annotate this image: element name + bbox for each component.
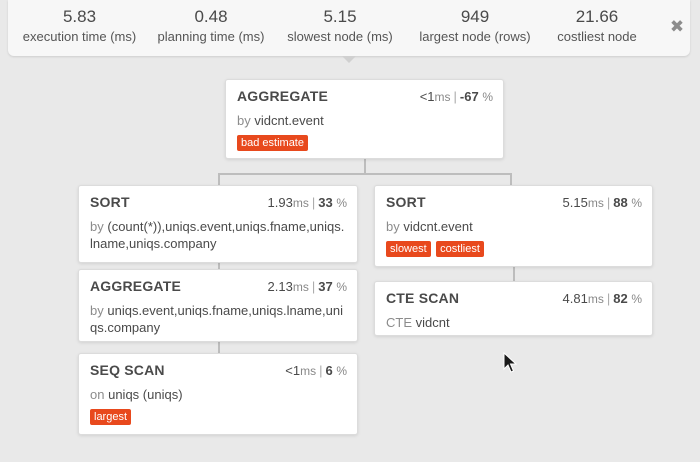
detail-text: vidcnt xyxy=(415,315,450,330)
node-duration: 4.81 xyxy=(562,291,588,306)
stat-value: 949 xyxy=(460,7,490,26)
stat-label: planning time (ms) xyxy=(157,29,265,44)
percent-sign: % xyxy=(336,364,347,378)
node-percent: 37 xyxy=(318,279,333,294)
metric-separator: | xyxy=(319,363,323,378)
node-percent: -67 xyxy=(459,89,479,104)
node-type: CTE SCAN xyxy=(386,290,460,306)
stat-value: 0.48 xyxy=(194,7,228,26)
stat-planning-time: 0.48 planning time (ms) xyxy=(151,6,271,46)
node-metrics: <1ms | 6 % xyxy=(285,363,347,378)
duration-unit: ms xyxy=(292,196,309,210)
node-detail: on uniqs (uniqs) xyxy=(90,386,347,403)
detail-prefix: by xyxy=(237,113,251,128)
plan-stats-bar: 5.83 execution time (ms) 0.48 planning t… xyxy=(8,0,690,56)
node-tags: bad estimate xyxy=(237,135,493,151)
node-duration: <1 xyxy=(419,89,435,104)
connector xyxy=(510,173,512,185)
metric-separator: | xyxy=(453,89,457,104)
detail-prefix: by xyxy=(90,303,104,318)
node-duration: 2.13 xyxy=(267,279,293,294)
node-tags: largest xyxy=(90,409,347,425)
plan-node-seq-scan[interactable]: SEQ SCAN <1ms | 6 % on uniqs (uniqs) large… xyxy=(78,353,358,435)
detail-prefix: CTE xyxy=(386,315,412,330)
stat-label: largest node (rows) xyxy=(419,29,531,44)
detail-text: (count(*)),uniqs.event,uniqs.fname,uniqs… xyxy=(90,219,345,251)
node-metrics: 4.81ms | 82 % xyxy=(563,291,642,306)
metric-separator: | xyxy=(311,279,316,294)
metric-separator: | xyxy=(606,291,611,306)
node-duration: 5.15 xyxy=(562,195,588,210)
detail-prefix: by xyxy=(386,219,400,234)
connector xyxy=(218,342,220,353)
node-metrics: <1ms | -67 % xyxy=(420,89,493,104)
tag-bad-estimate: bad estimate xyxy=(237,135,308,151)
node-duration: 1.93 xyxy=(267,195,293,210)
connector xyxy=(218,173,512,175)
connector xyxy=(513,267,515,281)
detail-prefix: on xyxy=(90,387,105,402)
tag-costliest: costliest xyxy=(436,241,484,257)
duration-unit: ms xyxy=(300,364,317,378)
node-metrics: 5.15ms | 88 % xyxy=(563,195,642,210)
duration-unit: ms xyxy=(587,292,604,306)
detail-text: vidcnt.event xyxy=(254,113,324,128)
metric-separator: | xyxy=(311,195,316,210)
tag-largest: largest xyxy=(90,409,132,425)
plan-node-sort-right[interactable]: SORT 5.15ms | 88 % by vidcnt.event slowest… xyxy=(374,185,653,267)
node-metrics: 1.93ms | 33 % xyxy=(268,195,347,210)
detail-text: uniqs (uniqs) xyxy=(108,387,183,402)
node-percent: 6 xyxy=(325,363,333,378)
stat-costliest-node: 21.66 costliest node xyxy=(548,6,646,46)
node-metrics: 2.13ms | 37 % xyxy=(268,279,347,294)
node-detail: by vidcnt.event xyxy=(237,112,493,129)
duration-unit: ms xyxy=(292,280,309,294)
stat-value: 5.15 xyxy=(323,7,357,26)
node-type: SORT xyxy=(90,194,130,210)
percent-sign: % xyxy=(631,196,642,210)
plan-node-aggregate-root[interactable]: AGGREGATE <1ms | -67 % by vidcnt.event bad… xyxy=(225,79,504,159)
stat-label: slowest node (ms) xyxy=(287,29,393,44)
node-type: SORT xyxy=(386,194,426,210)
plan-node-aggregate-left[interactable]: AGGREGATE 2.13ms | 37 % by uniqs.event,uni… xyxy=(78,269,358,342)
plan-node-cte-scan[interactable]: CTE SCAN 4.81ms | 82 % CTE vidcnt xyxy=(374,281,653,336)
node-detail: by uniqs.event,uniqs.fname,uniqs.lname,u… xyxy=(90,302,347,336)
stat-value: 5.83 xyxy=(62,7,97,26)
detail-text: vidcnt.event xyxy=(403,219,473,234)
stats-toggle-notch[interactable] xyxy=(342,56,356,63)
node-percent: 33 xyxy=(318,195,333,210)
node-percent: 88 xyxy=(613,195,628,210)
node-duration: <1 xyxy=(285,363,301,378)
node-detail: by (count(*)),uniqs.event,uniqs.fname,un… xyxy=(90,218,347,252)
percent-sign: % xyxy=(482,90,493,104)
connector xyxy=(364,159,366,174)
percent-sign: % xyxy=(336,280,347,294)
metric-separator: | xyxy=(606,195,611,210)
node-detail: by vidcnt.event xyxy=(386,218,642,235)
node-type: SEQ SCAN xyxy=(90,362,165,378)
stat-value: 21.66 xyxy=(575,7,619,26)
duration-unit: ms xyxy=(434,90,451,104)
detail-prefix: by xyxy=(90,219,104,234)
mouse-cursor-icon xyxy=(503,352,517,373)
node-tags: slowest costliest xyxy=(386,241,642,257)
stat-label: costliest node xyxy=(557,29,637,44)
close-icon[interactable]: ✖ xyxy=(668,18,686,36)
node-percent: 82 xyxy=(613,291,628,306)
node-detail: CTE vidcnt xyxy=(386,314,642,331)
tag-slowest: slowest xyxy=(386,241,431,257)
stat-label: execution time (ms) xyxy=(22,29,137,44)
stat-execution-time: 5.83 execution time (ms) xyxy=(8,6,151,46)
detail-text: uniqs.event,uniqs.fname,uniqs.lname,uniq… xyxy=(90,303,343,335)
stat-largest-node: 949 largest node (rows) xyxy=(410,6,540,46)
stat-slowest-node: 5.15 slowest node (ms) xyxy=(280,6,400,46)
node-type: AGGREGATE xyxy=(90,278,181,294)
percent-sign: % xyxy=(336,196,347,210)
percent-sign: % xyxy=(631,292,642,306)
plan-node-sort-left[interactable]: SORT 1.93ms | 33 % by (count(*)),uniqs.eve… xyxy=(78,185,358,263)
node-type: AGGREGATE xyxy=(237,88,328,104)
duration-unit: ms xyxy=(587,196,604,210)
connector xyxy=(218,173,220,185)
plan-visualizer: 5.83 execution time (ms) 0.48 planning t… xyxy=(0,0,700,462)
